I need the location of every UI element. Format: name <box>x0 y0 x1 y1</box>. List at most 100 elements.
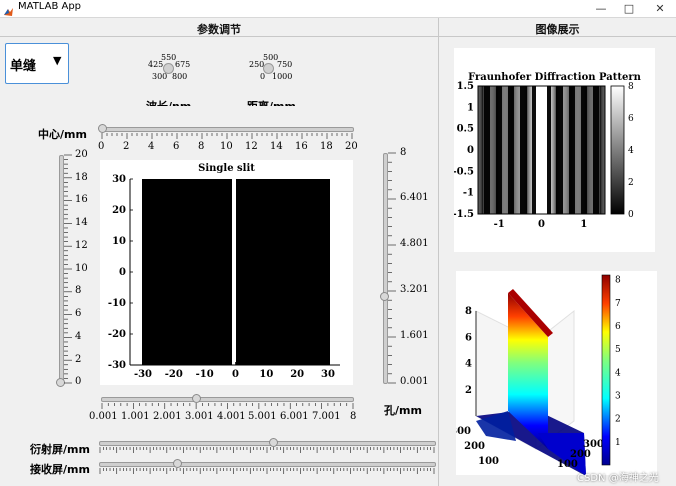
tick-label: 20 <box>75 149 88 160</box>
y-tick-label: 1 <box>467 102 474 113</box>
dropdown-arrow-icon: ▼ <box>53 54 62 67</box>
y-tick-label: -20 <box>108 329 126 340</box>
colorbar-tick-label: 6 <box>615 322 621 332</box>
tick-label: 20 <box>345 141 358 152</box>
y-ticks: 1.5 1 0.5 0 -0.5 -1 -1.5 <box>454 81 474 220</box>
right-vslider-label: 孔/mm <box>384 404 422 417</box>
right-vslider-tick-marks <box>388 152 396 384</box>
slit-type-dropdown[interactable]: 单缝 ▼ <box>5 43 69 84</box>
tick-label: 2.001 <box>153 411 182 422</box>
tick-marks <box>101 133 353 139</box>
center-slider-track[interactable] <box>101 127 354 132</box>
y-tick-label: -30 <box>108 360 126 371</box>
tick-label: 4.801 <box>400 238 429 249</box>
center-slider-thumb[interactable] <box>98 124 107 133</box>
y-ticks: 30 20 10 0 -10 -20 -30 <box>108 174 133 371</box>
wavelength-knob[interactable]: 550 425 675 300 800 <box>140 52 200 86</box>
tick-label: 18 <box>75 172 88 183</box>
bottom-slider-tick-marks <box>101 403 354 409</box>
slit-opening <box>232 179 236 365</box>
x-tick-label: 10 <box>259 369 273 380</box>
y-tick-label: 0 <box>467 145 474 156</box>
knob-tick: 1000 <box>272 72 293 81</box>
screen-slider-track[interactable] <box>99 441 436 446</box>
tick-label: 14 <box>270 141 283 152</box>
tick-label: 18 <box>320 141 333 152</box>
x-tick-label: -20 <box>165 369 183 380</box>
screen-slider-label: 衍射屏/mm <box>30 443 90 456</box>
bottom-slider-ticks: 0.001 1.001 2.001 3.001 4.001 5.001 6.00… <box>89 411 365 425</box>
y-tick-label: 30 <box>112 174 126 185</box>
tick-label: 0.001 <box>89 411 118 422</box>
colorbar-ticks: 8 7 6 5 4 3 2 1 <box>615 276 621 448</box>
tick-label: 8 <box>400 147 407 158</box>
title-bar <box>0 0 676 18</box>
distance-label: 距离/mm <box>247 98 296 106</box>
receiver-slider-track[interactable] <box>99 462 436 467</box>
tick-label: 16 <box>75 194 88 205</box>
tick-label: 4 <box>148 141 155 152</box>
screen-slider-thumb[interactable] <box>269 438 278 447</box>
fraunhofer-plot: -1 0 1 1.5 1 0.5 0 -0.5 -1 -1.5 8 6 4 2 0 <box>454 81 634 230</box>
center-slider-ticks: 0 2 4 6 8 10 12 14 16 18 20 <box>98 133 358 153</box>
wavelength-label-clip: 波长/nm <box>146 97 196 106</box>
tick-label: 4 <box>75 331 82 342</box>
minimize-button[interactable]: — <box>586 0 616 17</box>
x-tick-label: -1 <box>494 219 505 230</box>
right-vslider-ticks: 8 6.401 4.801 3.201 1.601 0.001 <box>400 147 434 389</box>
bottom-slider-track[interactable] <box>101 397 354 402</box>
knob-dial-icon <box>163 63 174 74</box>
tick-label: 12 <box>75 240 88 251</box>
distance-label-clip: 距离/mm <box>247 97 297 106</box>
wavelength-label: 波长/nm <box>146 98 191 106</box>
left-vslider-tick-marks <box>64 154 72 384</box>
x-tick-label: 1 <box>580 219 587 230</box>
x-tick-label: 200 <box>464 441 485 452</box>
surface-chart: 8642 300200100 300200100 87654321 <box>456 271 657 475</box>
maximize-button[interactable]: □ <box>614 0 644 17</box>
bottom-slider-thumb[interactable] <box>192 394 201 403</box>
right-panel-divider <box>439 36 676 37</box>
tick-label: 3.001 <box>185 411 214 422</box>
y-tick-label: 1.5 <box>457 81 474 92</box>
tick-label: 5.001 <box>248 411 277 422</box>
receiver-slider-label: 接收屏/mm <box>30 463 90 476</box>
tick-label: 2 <box>123 141 130 152</box>
tick-label: 10 <box>220 141 233 152</box>
colorbar-tick-label: 4 <box>628 146 634 156</box>
receiver-slider-tick-marks <box>99 468 435 474</box>
y-tick-label: -1.5 <box>454 209 474 220</box>
knob-tick: 0 <box>260 72 266 81</box>
knob-dial-icon <box>263 63 274 74</box>
distance-knob[interactable]: 500 250 750 0 1000 <box>242 52 302 86</box>
tick-label: 16 <box>295 141 308 152</box>
x-tick-label: -10 <box>196 369 214 380</box>
tick-label: 10 <box>75 263 88 274</box>
watermark: CSDN @海神之光 <box>577 473 659 484</box>
matlab-logo-icon <box>3 3 14 16</box>
colorbar-tick-label: 8 <box>615 276 621 286</box>
colorbar-tick-label: 4 <box>615 368 621 378</box>
x-tick-label: -30 <box>134 369 152 380</box>
knob-tick: 425 <box>148 60 164 69</box>
tick-label: 1.001 <box>121 411 150 422</box>
knob-tick: 550 <box>161 53 177 62</box>
x-tick-label: 0 <box>232 369 239 380</box>
close-button[interactable]: ✕ <box>645 0 675 17</box>
grayscale-colorbar <box>610 85 625 215</box>
left-panel-divider <box>0 36 438 37</box>
left-panel-title: 参数调节 <box>197 23 241 36</box>
y-tick-label: 0 <box>119 267 126 278</box>
surface-plot: 8642 300200100 300200100 87654321 <box>456 274 621 475</box>
x-tick-label: 30 <box>321 369 335 380</box>
y-tick-label: 0.5 <box>457 124 474 135</box>
single-slit-chart: Single slit -30 -20 -10 0 10 20 30 30 20 10 0 -10-… <box>100 160 353 385</box>
tick-label: 1.601 <box>400 330 429 341</box>
tick-label: 2 <box>75 354 82 365</box>
z-tick-label: 8 <box>465 306 472 317</box>
colorbar-tick-label: 0 <box>628 210 634 220</box>
y-tick-label: -1 <box>463 188 474 199</box>
receiver-slider-thumb[interactable] <box>173 459 182 468</box>
y-tick-label: -0.5 <box>454 166 474 177</box>
knob-tick: 750 <box>277 60 293 69</box>
